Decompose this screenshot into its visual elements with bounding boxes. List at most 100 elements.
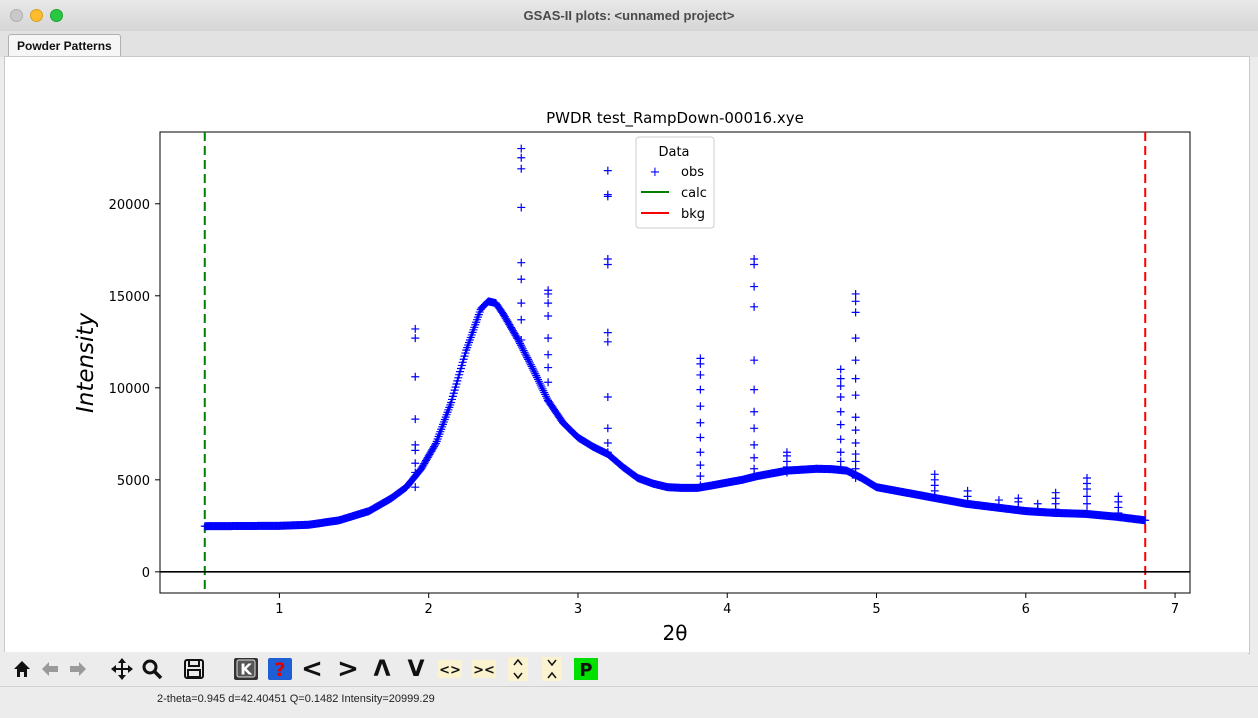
obs-peak-point — [517, 203, 526, 212]
obs-peak-point — [1083, 473, 1091, 482]
obs-peak-point — [851, 334, 860, 343]
obs-peak-point — [544, 299, 553, 308]
obs-peak-point — [411, 415, 420, 424]
obs-peak-point — [696, 461, 705, 470]
p-key-button[interactable]: P — [572, 656, 600, 682]
obs-peak-point — [836, 457, 845, 466]
shift-up-label: Λ — [373, 657, 390, 681]
obs-peak-point — [603, 424, 612, 433]
forward-button[interactable] — [64, 656, 92, 682]
shrink-y-button[interactable] — [538, 656, 566, 682]
obs-peak-point — [544, 378, 553, 387]
obs-peak-point — [851, 374, 860, 383]
obs-peak-point — [836, 435, 845, 444]
save-button[interactable] — [180, 656, 208, 682]
obs-peak-point — [603, 328, 612, 337]
back-button[interactable] — [36, 656, 64, 682]
obs-peak-point — [750, 385, 759, 394]
shift-left-icon: < — [301, 657, 323, 681]
k-key-button[interactable]: K — [232, 656, 260, 682]
back-icon — [42, 662, 58, 676]
plot-canvas[interactable]: PWDR test_RampDown-00016.xye 2θ Intensit… — [4, 56, 1250, 654]
obs-peak-point — [1033, 499, 1042, 508]
obs-peak-point — [851, 450, 860, 459]
obs-peak-point — [851, 457, 860, 466]
x-tick-label: 2 — [425, 602, 433, 617]
y-tick-label: 5000 — [117, 474, 150, 489]
tab-powder-patterns[interactable]: Powder Patterns — [8, 34, 121, 57]
help-icon: ? — [268, 658, 292, 681]
obs-peak-point — [411, 334, 420, 343]
status-bar: 2-theta=0.945 d=42.40451 Q=0.1482 Intens… — [0, 686, 1258, 718]
obs-peak-point — [851, 289, 860, 298]
title-bar: GSAS-II plots: <unnamed project> — [0, 0, 1258, 32]
obs-peak-point — [517, 315, 526, 324]
obs-peak-point — [851, 308, 860, 317]
plot-toolbar: K ? < > Λ V <> >< P — [4, 652, 1248, 686]
expand-y-button[interactable] — [504, 656, 532, 682]
shift-right-button[interactable]: > — [334, 656, 362, 682]
k-key-label: K — [240, 661, 253, 679]
expand-x-label: <> — [439, 663, 461, 678]
obs-peak-point — [603, 393, 612, 402]
obs-peak-point — [994, 496, 1003, 505]
obs-peak-point — [851, 413, 860, 422]
shrink-x-button[interactable]: >< — [470, 656, 498, 682]
x-tick-label: 3 — [574, 602, 582, 617]
obs-peak-point — [750, 282, 759, 291]
chart-title: PWDR test_RampDown-00016.xye — [546, 109, 804, 128]
pan-button[interactable] — [108, 656, 136, 682]
y-tick-label: 20000 — [109, 198, 150, 213]
obs-peak-point — [1083, 499, 1091, 508]
y-tick-label: 0 — [142, 566, 150, 581]
axes: 1 2 3 4 5 6 7 0 5000 10000 15000 20000 — [109, 198, 1180, 617]
legend-bkg-label: bkg — [681, 207, 705, 222]
obs-peak-point — [411, 440, 420, 449]
obs-peak-point — [517, 299, 526, 308]
obs-peak-point — [696, 472, 705, 481]
shift-right-label: > — [337, 657, 359, 681]
home-button[interactable] — [8, 656, 36, 682]
obs-peak-point — [696, 433, 705, 442]
obs-peak-point — [930, 470, 939, 479]
help-label: ? — [274, 659, 285, 681]
obs-peak-point — [836, 374, 845, 383]
obs-peak-point — [517, 144, 526, 153]
shrink-x-icon: >< — [472, 660, 496, 678]
legend-obs-marker: + — [650, 165, 661, 180]
help-button[interactable]: ? — [266, 656, 294, 682]
obs-peak-point — [836, 420, 845, 429]
expand-x-icon: <> — [438, 660, 462, 678]
powder-pattern-chart[interactable]: PWDR test_RampDown-00016.xye 2θ Intensit… — [5, 57, 1249, 653]
x-tick-label: 1 — [275, 602, 283, 617]
forward-icon — [70, 662, 86, 676]
legend-obs-label: obs — [681, 165, 704, 180]
obs-peak-point — [836, 365, 845, 374]
obs-peak-point — [851, 426, 860, 435]
tab-strip: Powder Patterns — [0, 31, 1258, 57]
expand-x-button[interactable]: <> — [436, 656, 464, 682]
legend-calc-label: calc — [681, 186, 707, 201]
shift-down-label: V — [407, 657, 424, 681]
obs-peak-point — [696, 402, 705, 411]
pan-icon — [111, 658, 133, 680]
obs-peak-point — [750, 254, 759, 263]
shift-left-button[interactable]: < — [298, 656, 326, 682]
obs-peak-point — [603, 254, 612, 263]
legend: Data + obs calc bkg — [635, 136, 715, 229]
expand-y-icon — [508, 657, 528, 681]
zoom-button[interactable] — [138, 656, 166, 682]
shrink-y-icon — [542, 657, 562, 681]
x-tick-label: 7 — [1171, 602, 1179, 617]
obs-peak-point — [836, 407, 845, 416]
obs-peak-point — [544, 334, 553, 343]
obs-peak-point — [1114, 492, 1123, 501]
shift-left-label: < — [301, 657, 323, 681]
shift-up-button[interactable]: Λ — [368, 656, 396, 682]
obs-peak-point — [696, 385, 705, 394]
obs-peak-point — [544, 312, 553, 321]
cursor-readout: 2-theta=0.945 d=42.40451 Q=0.1482 Intens… — [157, 693, 435, 705]
obs-peak-point — [851, 439, 860, 448]
shift-down-button[interactable]: V — [402, 656, 430, 682]
obs-peak-point — [836, 393, 845, 402]
